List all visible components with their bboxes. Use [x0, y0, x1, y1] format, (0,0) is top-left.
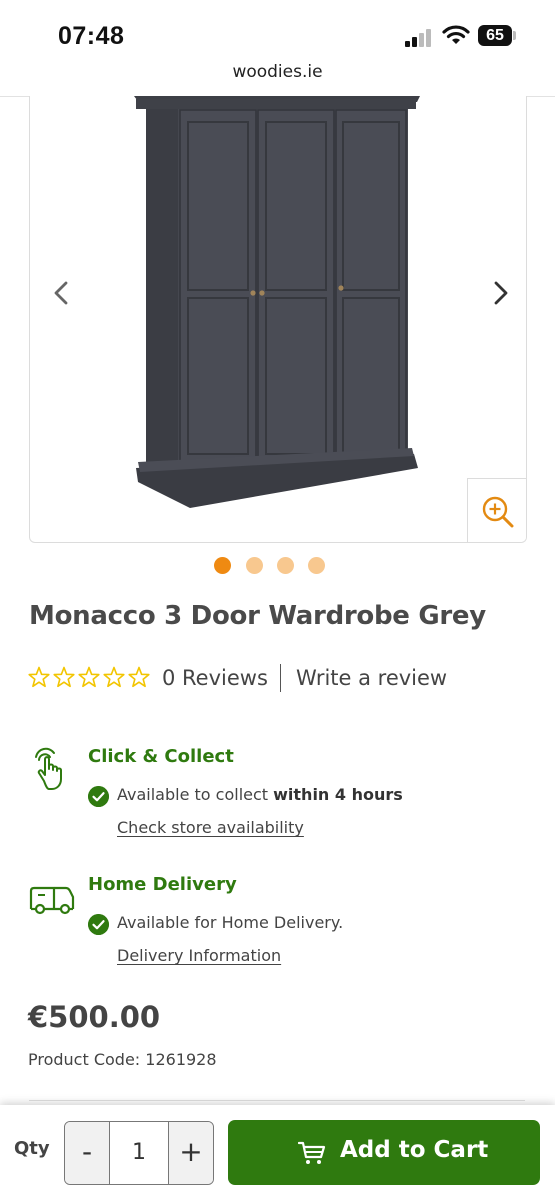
status-bar: 07:48 65	[0, 0, 555, 60]
cellular-signal-icon	[405, 27, 435, 47]
gallery-dot-4[interactable]	[308, 557, 325, 574]
quantity-stepper: - 1 +	[64, 1121, 214, 1185]
sticky-cart-bar: Qty - 1 + Add to Cart	[0, 1105, 555, 1200]
product-title: Monacco 3 Door Wardrobe Grey	[29, 601, 486, 631]
gallery-dot-1[interactable]	[214, 557, 231, 574]
check-circle-icon	[88, 914, 109, 935]
battery-indicator: 65	[478, 25, 512, 46]
chevron-left-icon[interactable]	[42, 273, 82, 313]
click-collect-section: Click & Collect Available to collect wit…	[28, 745, 508, 845]
increase-quantity-button[interactable]: +	[168, 1122, 213, 1184]
zoom-button[interactable]	[467, 478, 526, 542]
product-code: Product Code: 1261928	[28, 1050, 217, 1069]
product-image-gallery[interactable]	[29, 96, 527, 543]
delivery-truck-icon	[29, 886, 75, 915]
wifi-icon	[442, 25, 470, 44]
quantity-input[interactable]: 1	[110, 1122, 168, 1184]
gallery-dot-3[interactable]	[277, 557, 294, 574]
zoom-in-icon	[482, 496, 514, 528]
qty-label: Qty	[14, 1138, 50, 1159]
product-image[interactable]	[130, 96, 420, 508]
browser-url-bar[interactable]: woodies.ie	[0, 62, 555, 92]
home-delivery-availability: Available for Home Delivery.	[117, 913, 344, 932]
click-collect-availability-time: within 4 hours	[273, 785, 403, 804]
add-to-cart-label: Add to Cart	[340, 1137, 489, 1163]
gallery-dot-2[interactable]	[246, 557, 263, 574]
battery-tip	[513, 31, 516, 40]
chevron-right-icon[interactable]	[480, 273, 520, 313]
cart-icon	[298, 1141, 326, 1164]
home-delivery-section: Home Delivery Available for Home Deliver…	[28, 873, 508, 973]
delivery-information-link[interactable]: Delivery Information	[117, 946, 281, 965]
click-collect-availability: Available to collect within 4 hours	[117, 785, 403, 804]
decrease-quantity-button[interactable]: -	[65, 1122, 110, 1184]
check-circle-icon	[88, 786, 109, 807]
reviews-count-link[interactable]: 0 Reviews	[162, 666, 268, 690]
add-to-cart-button[interactable]: Add to Cart	[228, 1120, 540, 1185]
star-rating-icon[interactable]	[28, 664, 153, 690]
home-delivery-title: Home Delivery	[88, 874, 237, 895]
write-review-link[interactable]: Write a review	[296, 666, 447, 690]
click-collect-title: Click & Collect	[88, 746, 234, 767]
click-collect-availability-text: Available to collect	[117, 785, 274, 804]
check-store-availability-link[interactable]: Check store availability	[117, 818, 304, 837]
rating-separator	[280, 664, 281, 692]
product-price: €500.00	[28, 1000, 161, 1034]
status-time: 07:48	[58, 22, 125, 50]
gallery-pagination	[214, 557, 334, 575]
tap-hand-icon	[35, 747, 62, 790]
product-rating: 0 Reviews Write a review	[28, 662, 468, 694]
section-divider	[29, 1100, 525, 1101]
